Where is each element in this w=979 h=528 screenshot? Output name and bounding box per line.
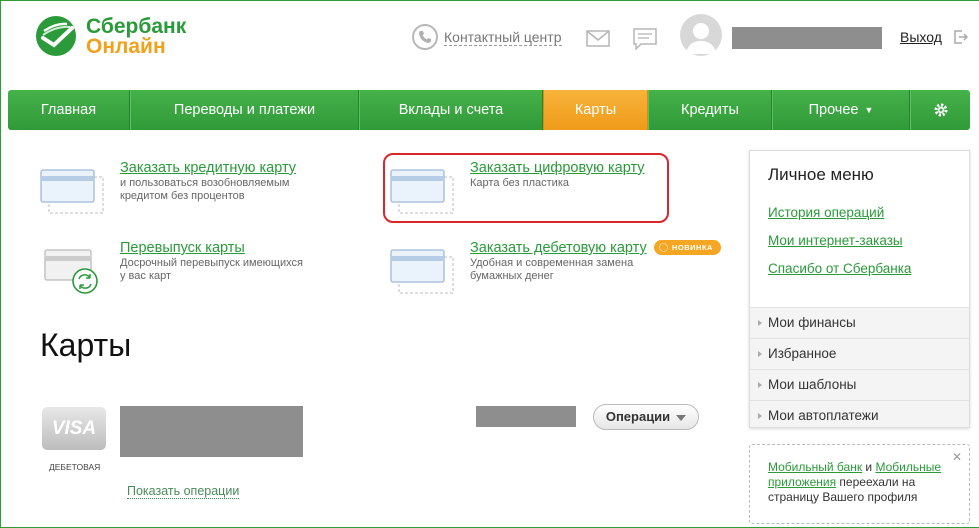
nav-item-deposits[interactable]: Вклады и счета: [359, 90, 543, 130]
sberbank-logo[interactable]: Сбербанк Онлайн: [34, 14, 194, 58]
gear-icon: [934, 103, 947, 117]
nav-label: Прочее: [808, 102, 859, 118]
history-link[interactable]: История операций: [768, 205, 884, 220]
operations-dropdown-button[interactable]: Операции: [593, 404, 699, 430]
logout-icon[interactable]: [953, 29, 969, 45]
show-operations-link[interactable]: Показать операции: [127, 484, 240, 499]
phone-icon: [412, 24, 438, 50]
mobile-bank-link[interactable]: Мобильный банк: [768, 460, 862, 474]
nav-label: Переводы и платежи: [173, 102, 316, 118]
nav-item-cards[interactable]: Карты: [543, 90, 648, 130]
menu-item-autopayments[interactable]: Мои автоплатежи: [750, 400, 969, 431]
new-badge: НОВИНКА: [654, 240, 721, 255]
nav-item-credits[interactable]: Кредиты: [648, 90, 772, 130]
card-reissue-icon: [44, 249, 98, 294]
info-notice: ✕ Мобильный банк и Мобильные приложения …: [749, 444, 970, 524]
username-redacted: [732, 27, 882, 49]
order-debit-card-link[interactable]: Заказать дебетовую карту: [470, 240, 647, 256]
highlight-frame: [383, 153, 669, 223]
nav-item-transfers[interactable]: Переводы и платежи: [130, 90, 359, 130]
debit-desc-line1: Удобная и современная замена: [470, 257, 634, 269]
nav-label: Главная: [40, 102, 97, 118]
user-silhouette-icon: [686, 23, 716, 54]
visa-logo: VISA: [42, 407, 106, 450]
nav-item-other[interactable]: Прочее ▼: [772, 90, 910, 130]
card-type-label: ДЕБЕТОВАЯ: [49, 462, 101, 472]
nav-label: Карты: [574, 102, 617, 118]
mail-icon[interactable]: [586, 30, 610, 47]
main-nav: Главная Переводы и платежи Вклады и счет…: [8, 90, 970, 130]
reissue-desc-line2: у вас карт: [120, 270, 172, 282]
logo-text-online: Онлайн: [86, 35, 166, 58]
card-name-redacted[interactable]: [120, 406, 303, 457]
sberbank-logo-icon: [36, 16, 76, 56]
avatar[interactable]: [680, 14, 722, 56]
notice-and: и: [862, 460, 876, 474]
menu-item-finances[interactable]: Мои финансы: [750, 307, 969, 338]
operations-label: Операции: [605, 409, 671, 424]
menu-item-favorites[interactable]: Избранное: [750, 338, 969, 369]
nav-settings[interactable]: [910, 90, 970, 130]
chevron-down-icon: ▼: [864, 105, 874, 115]
spasibo-link[interactable]: Спасибо от Сбербанка: [768, 261, 911, 276]
chat-icon[interactable]: [633, 28, 657, 50]
contact-center-label: Контактный центр: [444, 29, 562, 46]
credit-card-desc-line2: кредитом без процентов: [120, 190, 245, 202]
nav-label: Вклады и счета: [398, 102, 504, 118]
menu-item-templates[interactable]: Мои шаблоны: [750, 369, 969, 400]
chevron-down-icon: [676, 414, 687, 421]
nav-label: Кредиты: [681, 102, 739, 118]
internet-orders-link[interactable]: Мои интернет-заказы: [768, 233, 903, 248]
logout-link[interactable]: Выход: [900, 29, 942, 45]
reissue-card-link[interactable]: Перевыпуск карты: [120, 240, 245, 256]
personal-menu-title: Личное меню: [768, 165, 874, 184]
reissue-desc-line1: Досрочный перевыпуск имеющихся: [120, 257, 303, 269]
debit-desc-line2: бумажных денег: [470, 270, 554, 282]
order-credit-card-link[interactable]: Заказать кредитную карту: [120, 160, 296, 176]
notice-text: Мобильный банк и Мобильные приложения пе…: [768, 460, 958, 505]
personal-menu: Личное меню История операций Мои интерне…: [749, 150, 970, 428]
debit-card-icon: [390, 249, 454, 294]
page-title: Карты: [40, 327, 132, 363]
credit-card-icon: [40, 169, 104, 214]
nav-item-home[interactable]: Главная: [8, 90, 130, 130]
card-balance-redacted: [476, 406, 576, 427]
credit-card-desc-line1: и пользоваться возобновляемым: [120, 177, 290, 189]
